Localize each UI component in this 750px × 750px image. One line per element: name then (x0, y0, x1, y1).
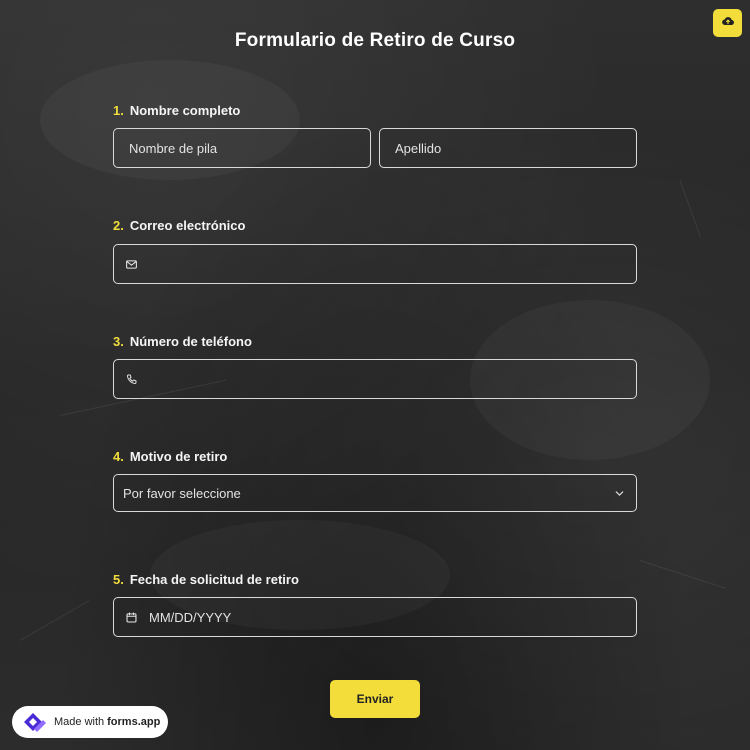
phone-field[interactable] (113, 359, 637, 399)
first-name-input[interactable]: Nombre de pila (113, 128, 371, 168)
question-number: 4. (113, 449, 124, 464)
badge-prefix: Made with (54, 716, 105, 728)
date-placeholder: MM/DD/YYYY (149, 609, 232, 625)
last-name-input[interactable]: Apellido (379, 128, 637, 168)
form-title: Formulario de Retiro de Curso (234, 30, 516, 51)
board-scratch (19, 600, 90, 641)
question-label-phone: 3. Número de teléfono (113, 334, 252, 349)
submit-button[interactable]: Enviar (330, 680, 420, 718)
chevron-down-icon (612, 486, 626, 500)
email-field[interactable] (113, 244, 637, 284)
board-scratch (639, 560, 726, 589)
board-scratch (679, 180, 701, 238)
question-label-full-name: 1. Nombre completo (113, 103, 240, 118)
question-label-date: 5. Fecha de solicitud de retiro (113, 572, 299, 587)
question-text: Nombre completo (129, 103, 241, 118)
question-label-reason: 4. Motivo de retiro (113, 449, 227, 464)
first-name-placeholder: Nombre de pila (129, 140, 218, 156)
question-number: 2. (113, 218, 124, 233)
phone-icon (124, 372, 138, 386)
question-number: 3. (113, 334, 124, 349)
reason-select[interactable]: Por favor seleccione (113, 474, 637, 512)
question-text: Fecha de solicitud de retiro (129, 572, 299, 587)
last-name-placeholder: Apellido (395, 140, 442, 156)
question-label-email: 2. Correo electrónico (113, 218, 245, 233)
question-text: Número de teléfono (129, 334, 252, 349)
badge-brand: forms.app (107, 716, 161, 728)
forms-app-badge[interactable]: Made with forms.app (12, 706, 168, 738)
question-text: Correo electrónico (129, 218, 246, 233)
mail-icon (124, 257, 138, 271)
question-text: Motivo de retiro (129, 449, 228, 464)
question-number: 1. (113, 103, 124, 118)
calendar-icon (124, 610, 138, 624)
withdrawal-date-input[interactable]: MM/DD/YYYY (113, 597, 637, 637)
question-number: 5. (113, 572, 124, 587)
reason-selected-value: Por favor seleccione (123, 485, 241, 501)
forms-app-logo-icon (20, 710, 48, 734)
